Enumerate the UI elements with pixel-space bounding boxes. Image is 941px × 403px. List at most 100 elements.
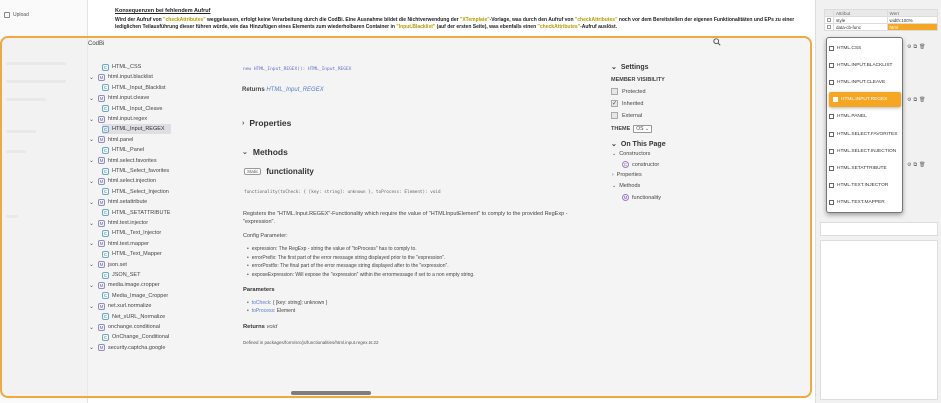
tree-module-item[interactable]: ⌄ Mhtml.setattribute bbox=[88, 197, 147, 207]
dropdown-item[interactable]: HTML.PANEL bbox=[829, 111, 899, 123]
settings-header[interactable]: ⌄ Settings bbox=[611, 63, 649, 72]
chevron-down-icon[interactable]: ⌄ bbox=[88, 74, 95, 81]
otp-functionality[interactable]: M functionality bbox=[622, 194, 661, 201]
settings-icon[interactable]: ⚙ bbox=[907, 97, 911, 103]
dropdown-item[interactable]: HTML.INPUT.REGEX bbox=[829, 92, 901, 108]
tree-module-item[interactable]: ⌄ Mhtml.input.blacklist bbox=[88, 72, 153, 82]
dropdown-item[interactable]: HTML.SELECT.INJECTION bbox=[829, 145, 899, 157]
attr-checkbox[interactable] bbox=[827, 24, 831, 29]
chevron-down-icon[interactable]: ⌄ bbox=[88, 220, 95, 227]
dropdown-item[interactable]: HTML.TEXT.MAPPER bbox=[829, 197, 899, 209]
attr-value[interactable]: width:100% bbox=[886, 16, 939, 24]
attr-name[interactable]: style bbox=[833, 16, 888, 24]
checkbox-box[interactable] bbox=[829, 183, 834, 189]
tree-module-item[interactable]: ⌄ Mhtml.text.injector bbox=[88, 218, 148, 228]
returns-type-link[interactable]: HTML_Input_REGEX bbox=[266, 87, 323, 93]
checkbox-external[interactable]: External bbox=[611, 112, 642, 119]
theme-select[interactable]: OS ⌄ bbox=[633, 125, 653, 133]
dropdown-item[interactable]: HTML.TEXT.INJECTOR bbox=[829, 180, 899, 192]
checkbox-box[interactable] bbox=[829, 200, 834, 206]
tree-module-item[interactable]: ⌄ Msecurity.captcha.google bbox=[88, 343, 165, 353]
tree-class-item[interactable]: C HTML_Input_Blacklist bbox=[102, 83, 166, 93]
search-icon[interactable] bbox=[713, 38, 721, 46]
attr-row[interactable]: style width:100% bbox=[824, 16, 939, 24]
copy-icon[interactable]: ⧉ bbox=[913, 44, 917, 50]
attr-value[interactable]: html bbox=[886, 23, 939, 31]
checkbox-box[interactable] bbox=[611, 88, 618, 95]
upload-button[interactable]: Upload bbox=[4, 12, 29, 18]
tree-class-item[interactable]: C HTML_Text_Injector bbox=[102, 228, 161, 238]
tree-class-item[interactable]: C Media_Image_Cropper bbox=[102, 291, 168, 301]
copy-icon[interactable]: ⧉ bbox=[913, 97, 917, 103]
tree-module-item[interactable]: ⌄ Monchange.conditional bbox=[88, 322, 160, 332]
chevron-down-icon[interactable]: ⌄ bbox=[88, 324, 95, 331]
dropdown-item[interactable]: HTML.SELECT.FAVORITES bbox=[829, 128, 899, 140]
delete-icon[interactable]: 🗑 bbox=[919, 44, 925, 50]
tree-module-item[interactable]: ⌄ Mhtml.select.injection bbox=[88, 176, 156, 186]
checkbox-box[interactable] bbox=[829, 148, 834, 154]
checkbox-protected[interactable]: Protected bbox=[611, 88, 646, 95]
checkbox-box[interactable] bbox=[829, 45, 834, 51]
tree-module-item[interactable]: ⌄ Mnet.xurl.normalize bbox=[88, 301, 151, 311]
tree-class-item[interactable]: C HTML_Select_favorites bbox=[102, 166, 169, 176]
chevron-down-icon[interactable]: ⌄ bbox=[88, 178, 95, 185]
tree-class-item[interactable]: C HTML_Text_Mapper bbox=[102, 249, 162, 259]
checkbox-box[interactable] bbox=[829, 79, 834, 85]
tree-module-item[interactable]: ⌄ Mhtml.select.favorites bbox=[88, 156, 157, 166]
tree-class-item[interactable]: C HTML_Select_Injection bbox=[102, 187, 169, 197]
tree-class-item[interactable]: C HTML_SETATTRIBUTE bbox=[102, 208, 170, 218]
otp-properties[interactable]: › Properties bbox=[612, 172, 642, 178]
tree-module-item[interactable]: ⌄ Mhtml.input.cleave bbox=[88, 93, 149, 103]
methods-section-header[interactable]: ⌄ Methods bbox=[242, 147, 288, 157]
chevron-down-icon[interactable]: ⌄ bbox=[88, 282, 95, 289]
delete-icon[interactable]: 🗑 bbox=[919, 162, 925, 168]
otp-constructors[interactable]: ⌄ Constructors bbox=[612, 151, 650, 157]
checkbox-box[interactable] bbox=[829, 114, 834, 120]
attr-row[interactable]: data-cb-func html bbox=[824, 23, 939, 31]
settings-icon[interactable]: ⚙ bbox=[907, 44, 911, 50]
chevron-down-icon[interactable]: ⌄ bbox=[88, 136, 95, 143]
tree-module-item[interactable]: ⌄ Mhtml.input.regex bbox=[88, 114, 147, 124]
otp-constructor[interactable]: C constructor bbox=[622, 161, 659, 168]
checkbox-box[interactable] bbox=[829, 165, 834, 171]
dropdown-item[interactable]: HTML.SETATTRIBUTE bbox=[829, 162, 899, 174]
dropdown-item[interactable]: HTML.INPUT.CLEAVE bbox=[829, 76, 899, 88]
horizontal-scrollbar[interactable] bbox=[291, 391, 371, 395]
attr-name[interactable]: data-cb-func bbox=[833, 23, 888, 31]
chevron-down-icon[interactable]: ⌄ bbox=[88, 344, 95, 351]
properties-section-header[interactable]: › Properties bbox=[242, 118, 291, 128]
tree-class-item[interactable]: C OnChange_Conditional bbox=[102, 332, 169, 342]
tree-class-item[interactable]: C Net_xURL_Normalize bbox=[102, 312, 165, 322]
tree-class-item[interactable]: C HTML_Input_Cleave bbox=[102, 104, 162, 114]
dropdown-item[interactable]: HTML.INPUT.BLACKLIST bbox=[829, 59, 899, 71]
checkmark-icon[interactable]: ✓ bbox=[611, 100, 618, 107]
chevron-down-icon[interactable]: ⌄ bbox=[88, 157, 95, 164]
checkbox-box[interactable] bbox=[611, 112, 618, 119]
tree-class-item[interactable]: C HTML_CSS bbox=[102, 62, 141, 72]
tree-module-item[interactable]: ⌄ Mjson.set bbox=[88, 260, 127, 270]
tree-module-item[interactable]: ⌄ Mhtml.text.mapper bbox=[88, 239, 149, 249]
otp-methods[interactable]: ⌄ Methods bbox=[612, 183, 640, 189]
checkbox-box[interactable] bbox=[833, 97, 838, 103]
chevron-down-icon[interactable]: ⌄ bbox=[88, 303, 95, 310]
tree-class-item[interactable]: C JSON_SET bbox=[102, 270, 140, 280]
settings-icon[interactable]: ⚙ bbox=[907, 162, 911, 168]
chevron-down-icon[interactable]: ⌄ bbox=[88, 240, 95, 247]
on-this-page-header[interactable]: ⌄ On This Page bbox=[611, 140, 666, 149]
delete-icon[interactable]: 🗑 bbox=[919, 97, 925, 103]
tree-module-item[interactable]: ⌄ Mhtml.panel bbox=[88, 135, 133, 145]
dropdown-item[interactable]: HTML.CSS bbox=[829, 42, 899, 54]
tree-module-item[interactable]: ⌄ Mmedia.image.cropper bbox=[88, 280, 160, 290]
chevron-down-icon[interactable]: ⌄ bbox=[88, 261, 95, 268]
checkbox-box[interactable] bbox=[829, 62, 834, 68]
tree-class-item[interactable]: C HTML_Input_REGEX bbox=[102, 124, 171, 135]
tree-class-item[interactable]: C HTML_Panel bbox=[102, 145, 144, 155]
attr-checkbox[interactable] bbox=[827, 17, 831, 22]
chevron-down-icon[interactable]: ⌄ bbox=[88, 199, 95, 206]
checkbox-inherited[interactable]: ✓ Inherited bbox=[611, 100, 643, 107]
checkbox-box[interactable] bbox=[829, 131, 834, 137]
copy-icon[interactable]: ⧉ bbox=[913, 162, 917, 168]
chevron-down-icon[interactable]: ⌄ bbox=[88, 116, 95, 123]
method-returns: Returns void bbox=[243, 324, 277, 330]
chevron-down-icon[interactable]: ⌄ bbox=[88, 95, 95, 102]
